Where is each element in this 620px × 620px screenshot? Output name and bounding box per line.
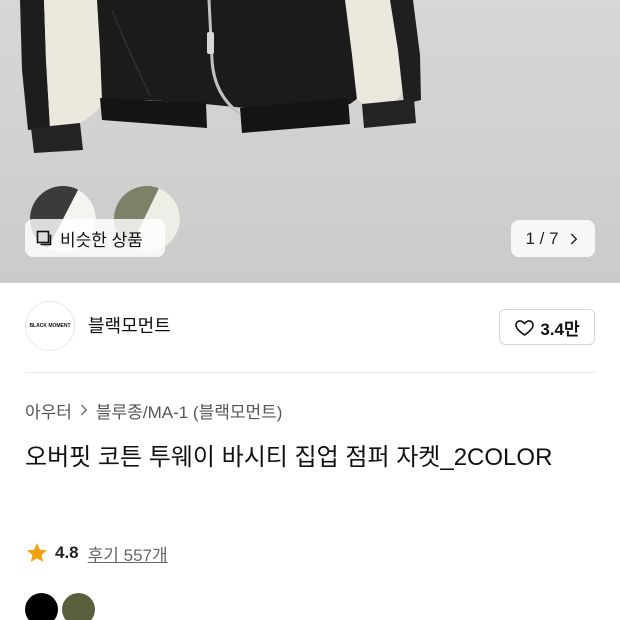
square-stack-icon — [36, 230, 52, 246]
divider — [25, 372, 595, 373]
breadcrumb-subcategory[interactable]: 블루종/MA-1 (블랙모먼트) — [96, 398, 283, 423]
jacket-left-sleeve — [44, 0, 104, 128]
image-counter: 1 / 7 — [525, 228, 559, 248]
product-title: 오버핏 코튼 투웨이 바시티 집업 점퍼 자켓_2COLOR — [25, 444, 553, 471]
image-counter-button[interactable]: 1 / 7 — [511, 220, 595, 257]
jacket — [20, 0, 421, 153]
like-count: 3.4만 — [540, 319, 580, 339]
similar-products-button[interactable]: 비슷한 상품 — [25, 219, 165, 257]
rating-row: 4.8 후기 557개 — [25, 541, 168, 565]
brand-logo[interactable]: BLACK MOMENT — [25, 301, 75, 351]
jacket-left-cuff — [31, 123, 83, 153]
color-options — [25, 593, 95, 620]
color-swatch[interactable] — [62, 593, 95, 620]
like-button[interactable]: 3.4만 — [499, 309, 595, 345]
review-count-link[interactable]: 후기 557개 — [88, 541, 168, 566]
chevron-right-icon — [80, 404, 87, 416]
similar-products-label: 비슷한 상품 — [60, 230, 143, 250]
brand-name[interactable]: 블랙모먼트 — [88, 314, 171, 338]
jacket-right-cuff — [362, 99, 416, 128]
brand-logo-text: BLACK MOMENT — [29, 323, 71, 329]
jacket-hem-left — [100, 98, 207, 128]
jacket-body — [97, 0, 358, 108]
color-swatch[interactable] — [25, 593, 58, 620]
product-image-gallery[interactable]: 비슷한 상품 1 / 7 — [0, 0, 620, 283]
jacket-zipper-pull — [207, 32, 214, 54]
chevron-right-icon — [570, 233, 577, 244]
breadcrumb-category[interactable]: 아우터 — [25, 398, 72, 423]
rating-score: 4.8 — [55, 543, 79, 562]
heart-outline-icon — [515, 319, 535, 336]
breadcrumb: 아우터 블루종/MA-1 (블랙모먼트) — [25, 398, 282, 422]
star-icon — [27, 543, 47, 562]
